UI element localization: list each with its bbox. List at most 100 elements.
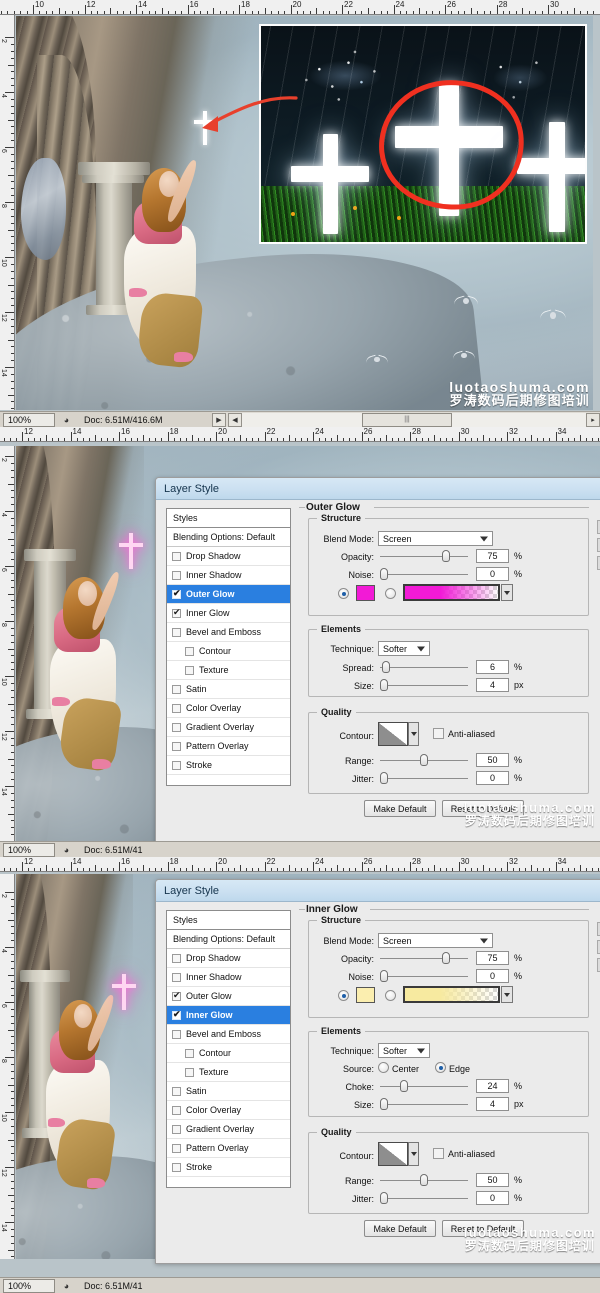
style-row-outer-glow[interactable]: Outer Glow bbox=[167, 585, 290, 604]
style-row-inner-glow[interactable]: Inner Glow bbox=[167, 604, 290, 623]
zoom-level-field[interactable]: 100% bbox=[3, 842, 55, 857]
opacity-value[interactable]: 75 bbox=[476, 549, 509, 563]
size-slider[interactable] bbox=[380, 1098, 468, 1110]
clock-icon[interactable]: ◕ bbox=[59, 413, 74, 427]
style-row-contour[interactable]: Contour bbox=[167, 642, 290, 661]
style-row-inner-glow[interactable]: Inner Glow bbox=[167, 1006, 290, 1025]
opacity-slider-knob[interactable] bbox=[442, 952, 450, 964]
style-checkbox[interactable] bbox=[172, 627, 181, 637]
style-row-stroke[interactable]: Stroke bbox=[167, 756, 290, 775]
spread-value[interactable]: 6 bbox=[476, 660, 509, 674]
style-row-inner-shadow[interactable]: Inner Shadow bbox=[167, 566, 290, 585]
style-row-gradient-overlay[interactable]: Gradient Overlay bbox=[167, 718, 290, 737]
style-checkbox[interactable] bbox=[185, 646, 194, 656]
style-checkbox[interactable] bbox=[172, 607, 181, 618]
inset-night-photo[interactable] bbox=[259, 24, 587, 244]
contour-preview[interactable] bbox=[378, 1142, 408, 1166]
horizontal-ruler-bot[interactable]: 12 14 16 18 20 22 24 26 28 30 32 34 bbox=[0, 857, 600, 872]
style-row-color-overlay[interactable]: Color Overlay bbox=[167, 699, 290, 718]
style-checkbox[interactable] bbox=[172, 990, 181, 1001]
style-row-texture[interactable]: Texture bbox=[167, 661, 290, 680]
contour-chevron-down-icon[interactable] bbox=[408, 722, 419, 746]
dialog-title-bar[interactable]: Layer Style bbox=[156, 880, 600, 902]
glow-gradient-radio[interactable] bbox=[385, 588, 396, 599]
opacity-slider-knob[interactable] bbox=[442, 550, 450, 562]
style-row-texture[interactable]: Texture bbox=[167, 1063, 290, 1082]
style-checkbox[interactable] bbox=[172, 722, 181, 732]
size-value[interactable]: 4 bbox=[476, 678, 509, 692]
clock-icon[interactable]: ◕ bbox=[59, 843, 74, 857]
scroll-thumb[interactable]: ||| bbox=[362, 412, 452, 427]
style-checkbox[interactable] bbox=[172, 741, 181, 751]
glow-gradient-radio[interactable] bbox=[385, 990, 396, 1001]
style-checkbox[interactable] bbox=[172, 972, 181, 982]
spread-slider-knob[interactable] bbox=[382, 661, 390, 673]
range-slider[interactable] bbox=[380, 1174, 468, 1186]
style-row-inner-shadow[interactable]: Inner Shadow bbox=[167, 968, 290, 987]
blend-mode-select[interactable]: Screen bbox=[378, 933, 493, 948]
style-checkbox[interactable] bbox=[172, 1086, 181, 1096]
range-value[interactable]: 50 bbox=[476, 1173, 509, 1187]
source-edge-radio[interactable] bbox=[435, 1062, 446, 1073]
style-row-drop-shadow[interactable]: Drop Shadow bbox=[167, 547, 290, 566]
blend-mode-select[interactable]: Screen bbox=[378, 531, 493, 546]
style-row-contour[interactable]: Contour bbox=[167, 1044, 290, 1063]
jitter-slider-knob[interactable] bbox=[380, 1192, 388, 1204]
style-checkbox[interactable] bbox=[172, 588, 181, 599]
noise-value[interactable]: 0 bbox=[476, 567, 509, 581]
gradient-chevron-down-icon[interactable] bbox=[501, 986, 513, 1003]
glow-gradient-preview[interactable] bbox=[403, 584, 500, 601]
scroll-track[interactable]: ||| bbox=[242, 412, 586, 427]
opacity-value[interactable]: 75 bbox=[476, 951, 509, 965]
range-slider-knob[interactable] bbox=[420, 1174, 428, 1186]
style-checkbox[interactable] bbox=[172, 953, 181, 963]
contour-preview[interactable] bbox=[378, 722, 408, 746]
jitter-value[interactable]: 0 bbox=[476, 1191, 509, 1205]
anti-aliased-checkbox[interactable] bbox=[433, 728, 444, 739]
gradient-chevron-down-icon[interactable] bbox=[501, 584, 513, 601]
zoom-level-field[interactable]: 100% bbox=[3, 412, 55, 427]
jitter-slider[interactable] bbox=[380, 772, 468, 784]
style-checkbox[interactable] bbox=[172, 1124, 181, 1134]
style-checkbox[interactable] bbox=[172, 570, 181, 580]
style-checkbox[interactable] bbox=[172, 1009, 181, 1020]
spread-slider[interactable] bbox=[380, 661, 468, 673]
styles-list-panel[interactable]: Styles Blending Options: Default Drop Sh… bbox=[166, 910, 291, 1188]
glow-color-swatch[interactable] bbox=[356, 585, 375, 601]
noise-value[interactable]: 0 bbox=[476, 969, 509, 983]
style-checkbox[interactable] bbox=[172, 551, 181, 561]
source-center-radio[interactable] bbox=[378, 1062, 389, 1073]
horizontal-scrollbar-top[interactable]: ▶ ◀ ||| ▸ bbox=[212, 411, 600, 427]
style-row-pattern-overlay[interactable]: Pattern Overlay bbox=[167, 737, 290, 756]
style-checkbox[interactable] bbox=[185, 665, 194, 675]
size-slider-knob[interactable] bbox=[380, 679, 388, 691]
noise-slider-knob[interactable] bbox=[380, 568, 388, 580]
choke-slider[interactable] bbox=[380, 1080, 468, 1092]
make-default-button[interactable]: Make Default bbox=[364, 800, 436, 817]
size-slider[interactable] bbox=[380, 679, 468, 691]
contour-chevron-down-icon[interactable] bbox=[408, 1142, 419, 1166]
style-checkbox[interactable] bbox=[172, 1162, 181, 1172]
scroll-left-icon[interactable]: ◀ bbox=[228, 412, 242, 427]
canvas-artwork-top[interactable]: luotaoshuma.com 罗涛数码后期修图培训 bbox=[16, 16, 593, 410]
range-slider[interactable] bbox=[380, 754, 468, 766]
clock-icon[interactable]: ◕ bbox=[59, 1279, 74, 1293]
style-checkbox[interactable] bbox=[172, 760, 181, 770]
horizontal-ruler-mid[interactable]: 12 14 16 18 20 22 24 26 28 30 32 34 bbox=[0, 427, 600, 442]
blending-options-item[interactable]: Blending Options: Default bbox=[167, 528, 290, 547]
style-row-drop-shadow[interactable]: Drop Shadow bbox=[167, 949, 290, 968]
vertical-ruler-mid[interactable]: 2 4 6 8 10 12 14 bbox=[0, 446, 15, 841]
style-row-satin[interactable]: Satin bbox=[167, 1082, 290, 1101]
size-slider-knob[interactable] bbox=[380, 1098, 388, 1110]
style-checkbox[interactable] bbox=[172, 1143, 181, 1153]
noise-slider[interactable] bbox=[380, 568, 468, 580]
scroll-end-icon[interactable]: ▸ bbox=[586, 412, 600, 427]
vertical-ruler-top[interactable]: 2 4 6 8 10 12 14 bbox=[0, 15, 15, 410]
style-row-stroke[interactable]: Stroke bbox=[167, 1158, 290, 1177]
size-value[interactable]: 4 bbox=[476, 1097, 509, 1111]
style-row-color-overlay[interactable]: Color Overlay bbox=[167, 1101, 290, 1120]
technique-select[interactable]: Softer bbox=[378, 1043, 430, 1058]
layer-style-dialog-outer-glow[interactable]: Layer Style Styles Blending Options: Def… bbox=[155, 477, 600, 852]
opacity-slider[interactable] bbox=[380, 952, 468, 964]
jitter-slider[interactable] bbox=[380, 1192, 468, 1204]
